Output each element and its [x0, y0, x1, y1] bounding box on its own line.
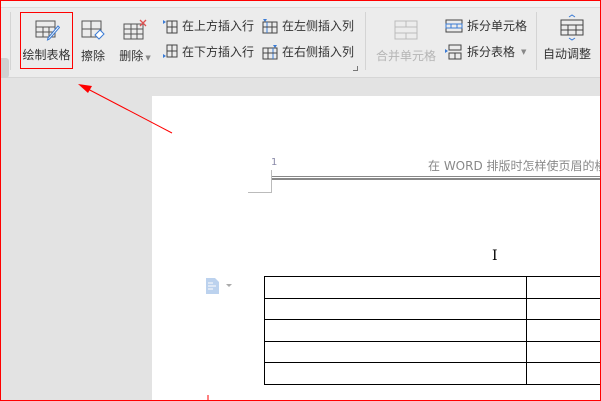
annotation-arrow — [78, 84, 209, 401]
